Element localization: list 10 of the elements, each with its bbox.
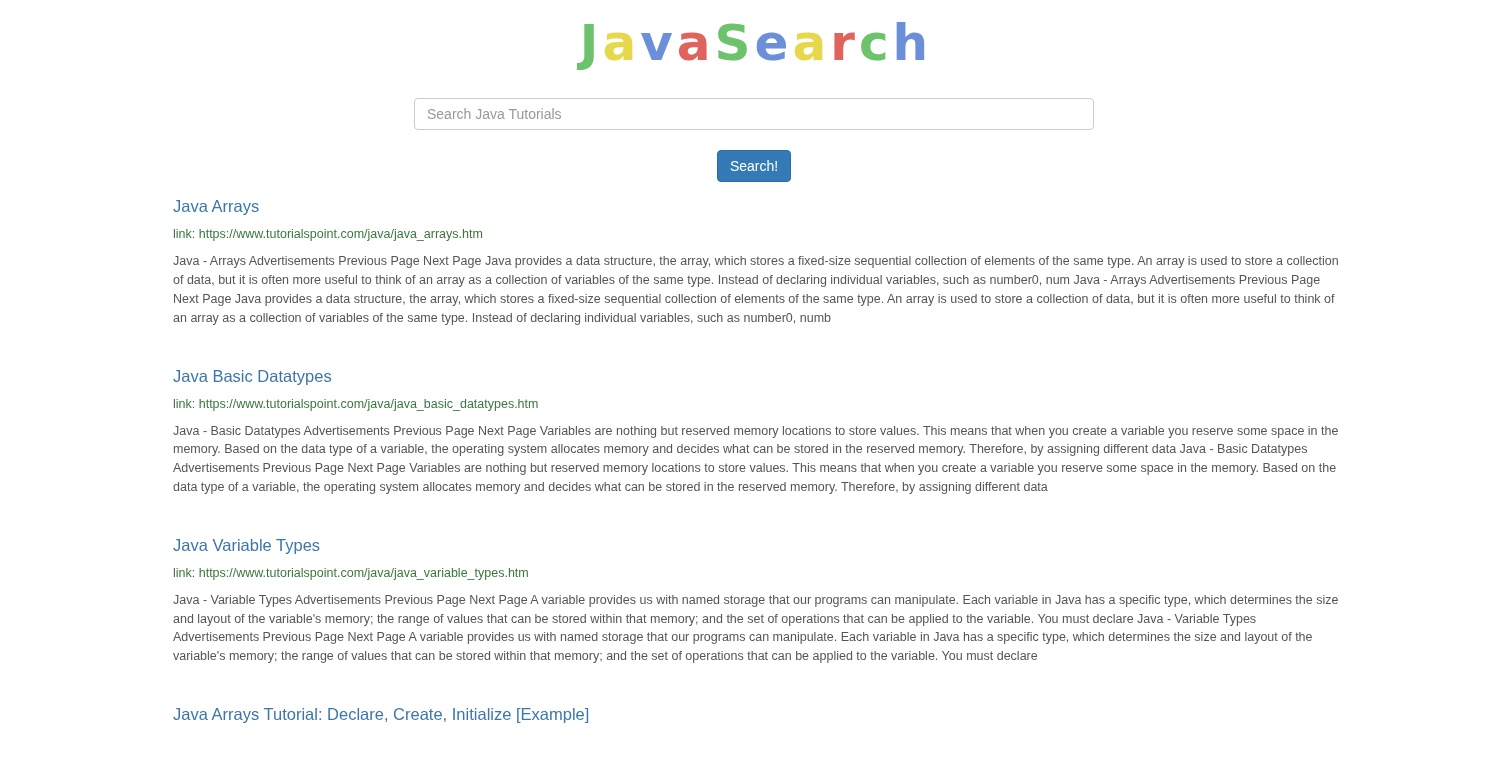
result-title-link[interactable]: Java Arrays Tutorial: Declare, Create, Initialize [Example]	[173, 704, 1343, 724]
search-field[interactable]: Search Java Tutorials	[414, 98, 1094, 131]
result-title-link[interactable]: Java Basic Datatypes	[173, 365, 1343, 386]
logo: Java Sea rch	[579, 14, 929, 72]
search-button[interactable]: Search!	[716, 150, 792, 183]
result-title-link[interactable]: Java Variable Types	[173, 534, 1343, 555]
result-snippet: Java - Basic Datatypes Advertisements Previous Page Next Page Variables are nothing but reserved memory locations to store values. This means that when you create a variable you reserve some space in the memory. Based on the data type of a variable, the operating system allocates memory and decides what can be stored in the reserved memory. Therefore, by assigning different data Java - Basic Datatypes Advertisements Previous Page Next Page Variables are nothing but reserved memory locations to store values. This means that when you create a variable you reserve some space in the memory. Based on the data type of a variable, the operating system allocates memory and decides what can be stored in the reserved memory. Therefore, by assigning different data	[173, 422, 1340, 496]
result-snippet: Java - Variable Types Advertisements Previous Page Next Page A variable provides us with named storage that our programs can manipulate. Each variable in Java has a specific type, which determines the size and layout of the variable's memory; the range of values that can be stored within that memory; and the set of operations that can be applied to the variable. You must declare Java - Variable Types Advertisements Previous Page Next Page A variable provides us with named storage that our programs can manipulate. Each variable in Java has a specific type, which determines the size and layout of the variable's memory; the range of values that can be stored within that memory; and the set of operations that can be applied to the variable. You must declare	[173, 591, 1340, 666]
result-snippet: Java - Arrays Advertisements Previous Page Next Page Java provides a data structure, the array, which stores a fixed-size sequential collection of elements of the same type. An array is used to store a collection of data, but it is often more useful to think of an array as a collection of variables of the same type. Instead of declaring individual variables, such as number0, num Java - Arrays Advertisements Previous Page Next Page Java provides a data structure, the array, which stores a fixed-size sequential collection of elements of the same type. An array is used to store a collection of data, but it is often more useful to think of an array as a collection of variables of the same type. Instead of declaring individual variables, such as number0, numb	[173, 253, 1340, 327]
result-title-link[interactable]: Java Arrays	[173, 196, 1343, 217]
